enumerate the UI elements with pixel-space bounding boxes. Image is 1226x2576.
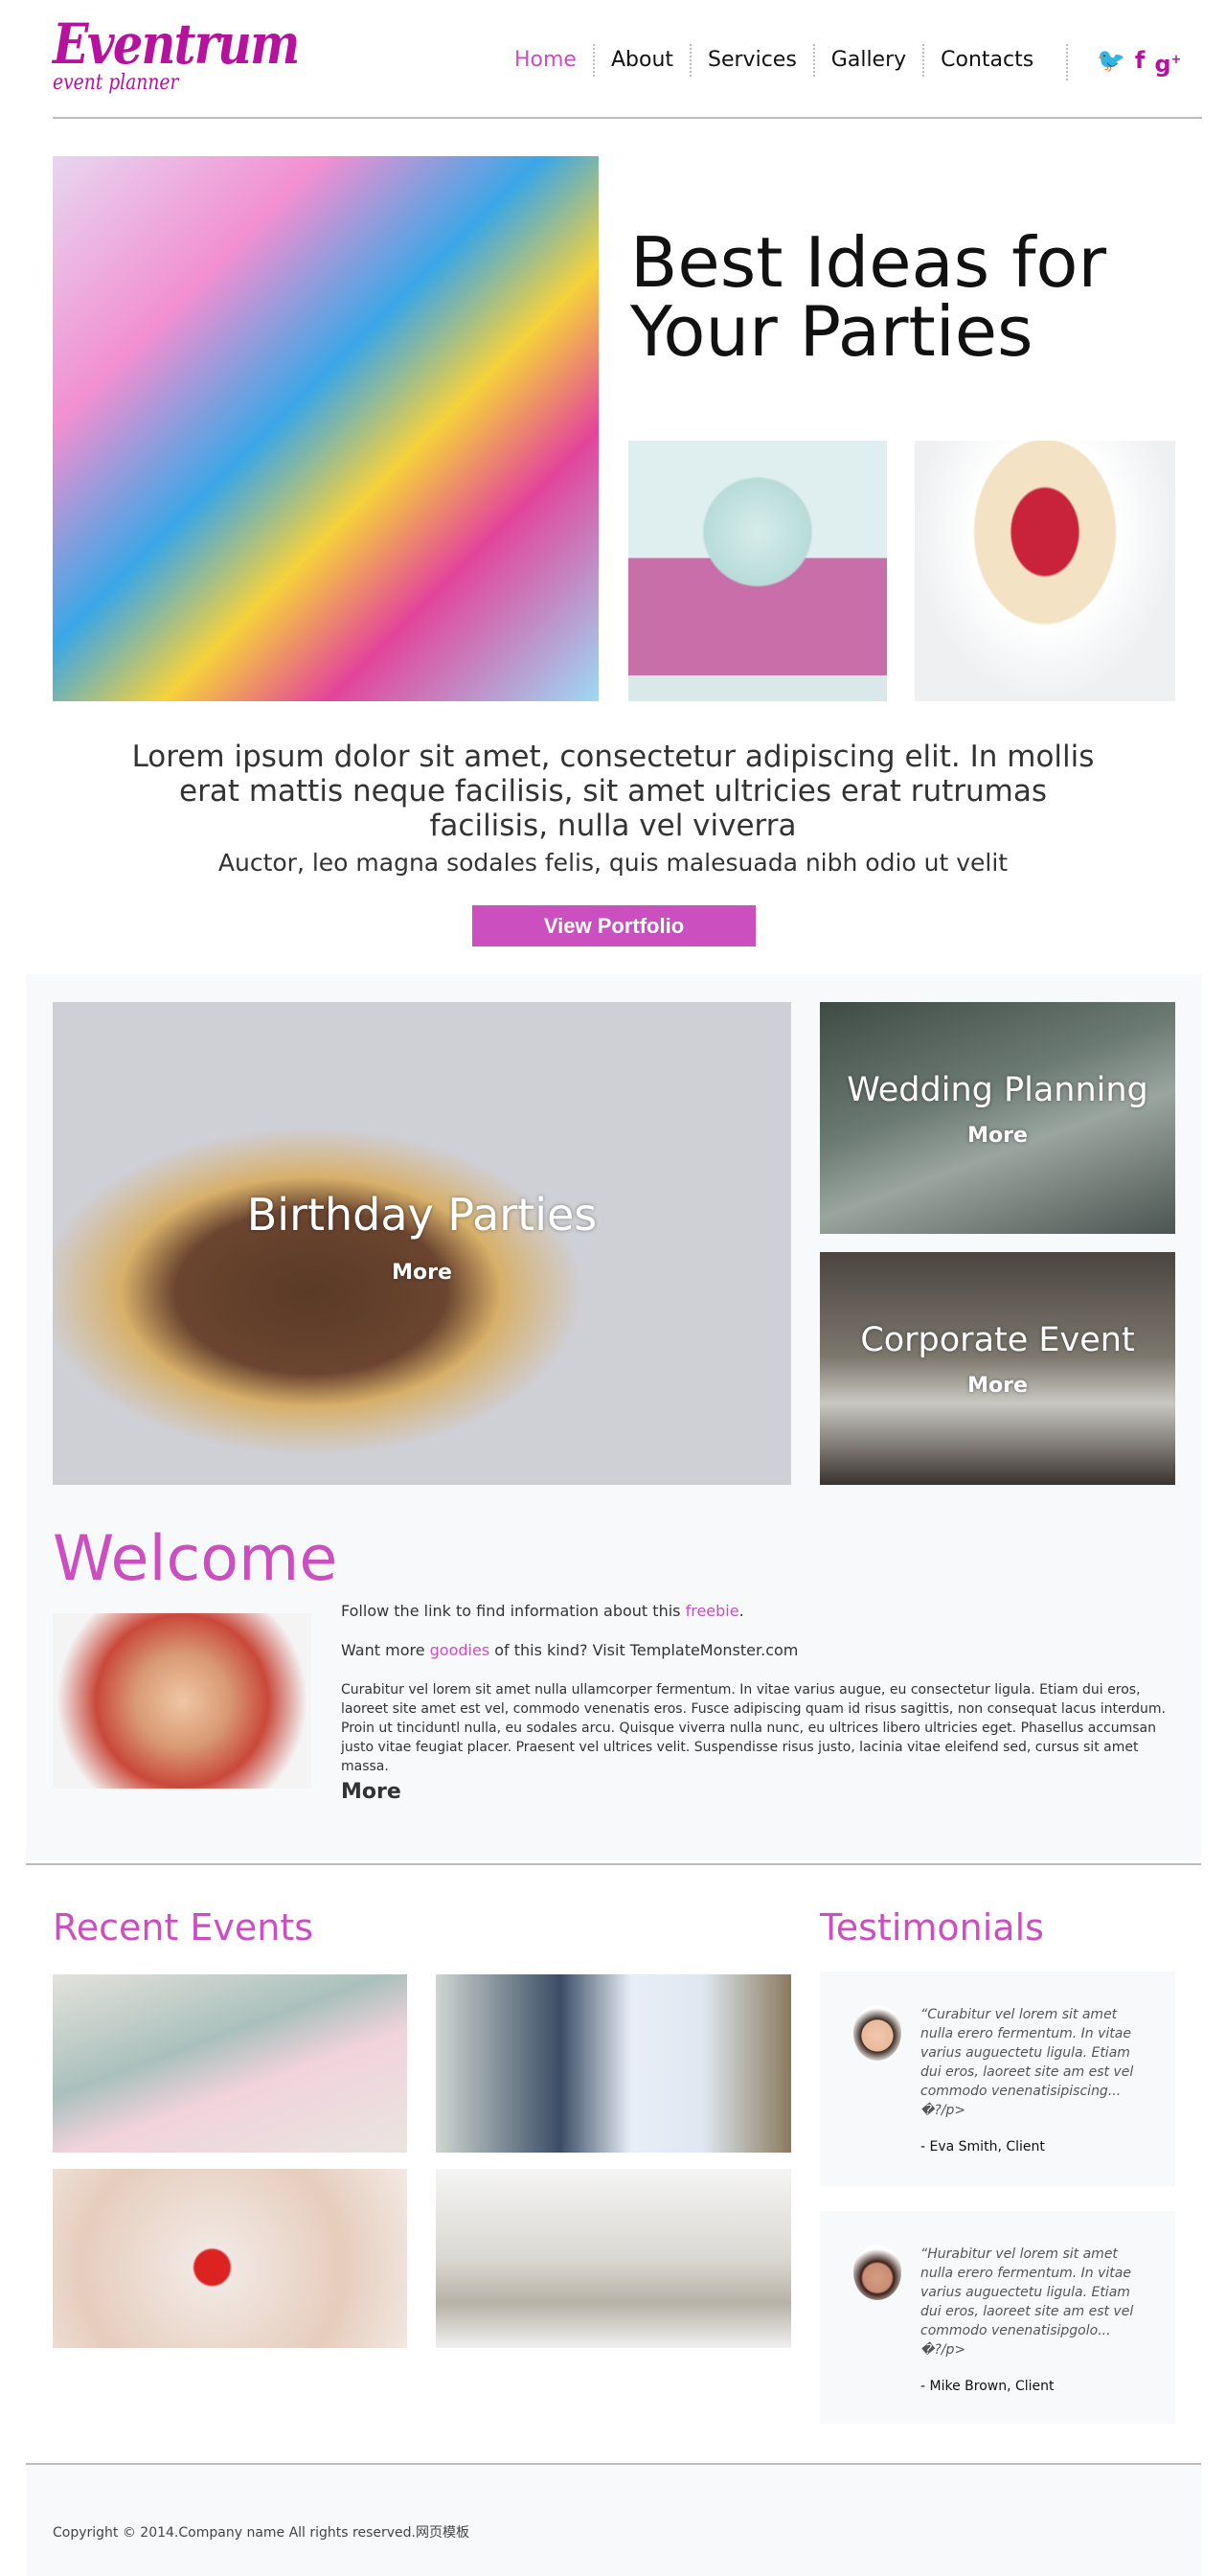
logo-subtitle: event planner (53, 71, 179, 95)
testimonial-card: “Curabitur vel lorem sit amet nulla erer… (820, 1972, 1175, 2186)
social-links: 🐦 f g+ (1066, 44, 1181, 80)
recent-event-image[interactable] (53, 1974, 407, 2153)
tile-more-link[interactable]: More (53, 1261, 791, 1285)
hero-lead: Lorem ipsum dolor sit amet, consectetur … (131, 740, 1095, 843)
welcome-line1-end: . (738, 1602, 744, 1620)
welcome-text: Follow the link to find information abou… (341, 1602, 1174, 1804)
nav-contacts[interactable]: Contacts (922, 44, 1050, 77)
main-nav: Home About Services Gallery Contacts (498, 44, 1050, 77)
header-divider (53, 117, 1202, 119)
recent-events-heading: Recent Events (53, 1906, 314, 1949)
testimonials-heading: Testimonials (820, 1906, 1044, 1949)
avatar (853, 2005, 901, 2061)
party-hats-image (53, 156, 599, 701)
welcome-line2: Want more (341, 1641, 430, 1659)
recent-event-image[interactable] (436, 1974, 791, 2153)
hero-title: Best Ideas for Your Parties (630, 228, 1106, 366)
hero-subtitle: Auctor, leo magna sodales felis, quis ma… (217, 849, 1009, 877)
tile-more-link[interactable]: More (820, 1124, 1175, 1148)
tile-title: Birthday Parties (246, 1189, 598, 1241)
welcome-more-link[interactable]: More (341, 1780, 1174, 1804)
nav-gallery[interactable]: Gallery (812, 44, 922, 77)
welcome-heading: Welcome (53, 1523, 338, 1595)
testimonial-author: - Mike Brown, Client (920, 2379, 1055, 2394)
testimonial-quote: “Hurabitur vel lorem sit amet nulla erer… (920, 2246, 1134, 2358)
recent-event-image[interactable] (53, 2169, 407, 2348)
testimonial-author: - Eva Smith, Client (920, 2139, 1045, 2154)
footer (26, 2463, 1201, 2576)
nav-services[interactable]: Services (690, 44, 813, 77)
google-plus-icon[interactable]: g+ (1154, 44, 1181, 80)
recent-event-image[interactable] (436, 2169, 791, 2348)
gift-box-image (628, 441, 887, 701)
testimonial-quote: “Curabitur vel lorem sit amet nulla erer… (920, 2007, 1134, 2118)
team-hands-image (53, 1613, 311, 1789)
tile-corporate-event[interactable]: Corporate Event More (820, 1252, 1175, 1485)
freebie-link[interactable]: freebie (686, 1602, 739, 1620)
tile-birthday-parties[interactable]: Birthday Parties More (53, 1002, 791, 1485)
hero-title-line2: Your Parties (630, 291, 1033, 372)
tile-title: Corporate Event (860, 1321, 1135, 1359)
testimonial-card: “Hurabitur vel lorem sit amet nulla erer… (820, 2211, 1175, 2424)
hero-title-line1: Best Ideas for (630, 222, 1107, 303)
facebook-icon[interactable]: f (1135, 44, 1145, 80)
avatar (853, 2245, 901, 2300)
tile-more-link[interactable]: More (820, 1374, 1175, 1398)
welcome-line1: Follow the link to find information abou… (341, 1602, 686, 1620)
footer-copyright: Copyright © 2014.Company name All rights… (53, 2525, 469, 2541)
tile-title: Wedding Planning (847, 1071, 1148, 1109)
goodies-link[interactable]: goodies (430, 1641, 490, 1659)
logo[interactable]: Eventrum event planner (53, 11, 342, 95)
welcome-line2-end: of this kind? Visit TemplateMonster.com (489, 1641, 799, 1659)
view-portfolio-button[interactable]: View Portfolio (472, 905, 756, 946)
cupcake-image (915, 441, 1175, 701)
logo-title: Eventrum (53, 11, 300, 77)
section-divider (26, 1863, 1201, 1865)
nav-about[interactable]: About (592, 44, 690, 77)
twitter-icon[interactable]: 🐦 (1097, 44, 1125, 80)
tile-wedding-planning[interactable]: Wedding Planning More (820, 1002, 1175, 1234)
welcome-body: Curabitur vel lorem sit amet nulla ullam… (341, 1682, 1166, 1774)
nav-home[interactable]: Home (498, 44, 593, 77)
